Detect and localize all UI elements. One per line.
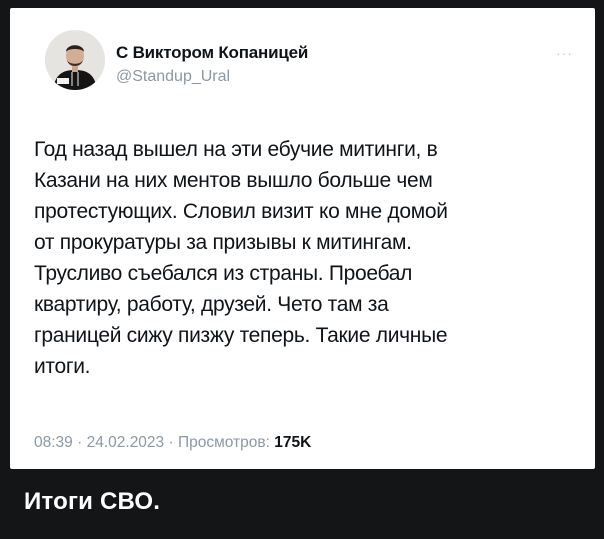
avatar-photo [45, 30, 105, 90]
author-avatar[interactable] [45, 30, 105, 90]
meta-separator: · [168, 434, 174, 451]
views-label: Просмотров: [177, 434, 270, 451]
meta-separator: · [77, 434, 83, 451]
more-dots-icon[interactable]: ··· [556, 46, 573, 60]
tweet-date[interactable]: 24.02.2023 [87, 434, 165, 451]
author-handle[interactable]: @Standup_Ural [116, 68, 230, 86]
tweet-time[interactable]: 08:39 [34, 434, 73, 451]
views-count: 175K [274, 434, 312, 451]
screenshot-frame: С Виктором Копаницей @Standup_Ural ··· Г… [0, 0, 604, 539]
author-name[interactable]: С Виктором Копаницей [116, 43, 308, 63]
tweet-meta: 08:39 · 24.02.2023 · Просмотров: 175K [34, 434, 311, 452]
post-caption: Итоги СВО. [24, 488, 161, 515]
tweet-text: Год назад вышел на эти ебучие митинги, в… [34, 138, 448, 378]
tweet-card: С Виктором Копаницей @Standup_Ural ··· Г… [10, 8, 595, 469]
